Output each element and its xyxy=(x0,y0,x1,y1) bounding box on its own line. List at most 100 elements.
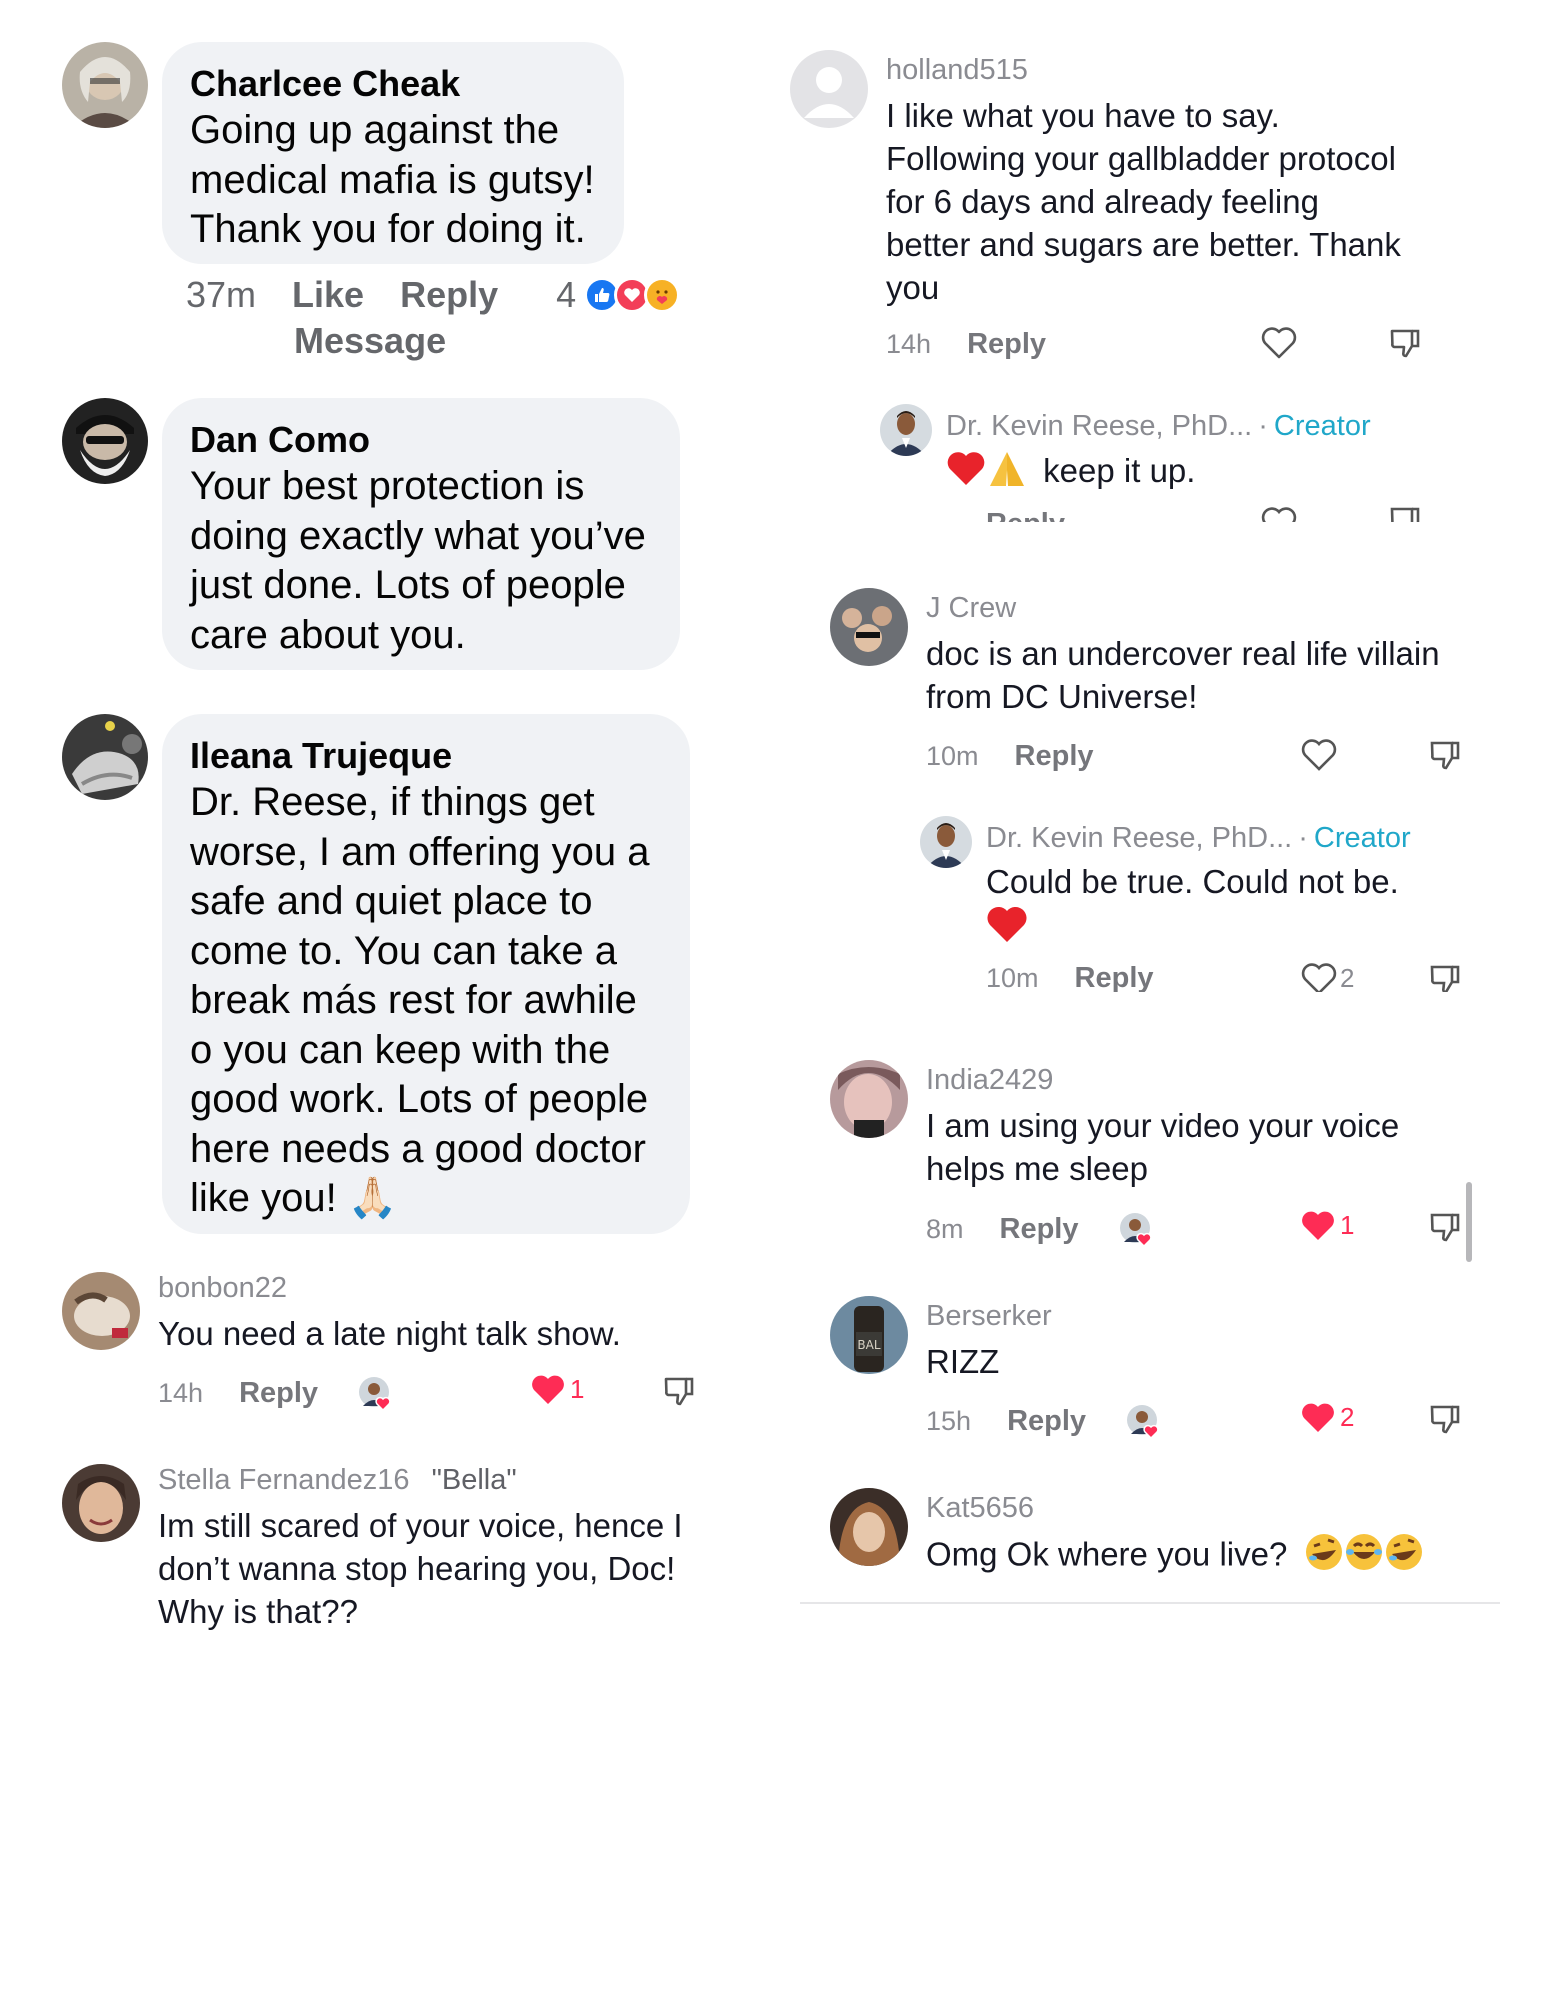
reply-button[interactable]: Reply xyxy=(239,1377,318,1409)
comment-line: o you can keep with the xyxy=(190,1027,611,1072)
comment-line: here needs a good doctor xyxy=(190,1126,646,1171)
comment-bubble: Dan Como Your best protection is doing e… xyxy=(162,398,680,670)
avatar[interactable] xyxy=(830,1488,908,1566)
like-button[interactable]: 1 xyxy=(1300,1208,1354,1242)
message-button[interactable]: Message xyxy=(294,320,446,362)
comment-text-body: Omg Ok where you live? xyxy=(926,1535,1288,1573)
comment-text-body: keep it up. xyxy=(1043,451,1196,489)
comment-line: don’t wanna stop hearing you, Doc! xyxy=(158,1550,676,1587)
comment-actions: 14h Reply xyxy=(158,1376,392,1412)
comment-line: I like what you have to say. xyxy=(886,97,1280,134)
comment-line: from DC Universe! xyxy=(926,678,1198,715)
creator-avatar[interactable] xyxy=(880,404,932,456)
reply-button[interactable]: Reply xyxy=(1075,962,1154,992)
heart-filled-icon xyxy=(1302,1403,1334,1432)
comment-text: doc is an undercover real life villain f… xyxy=(926,632,1506,718)
dislike-icon[interactable] xyxy=(1428,738,1462,772)
comment-line: just done. Lots of people xyxy=(190,563,626,607)
commenter-name[interactable]: J Crew xyxy=(926,590,1016,626)
reply-button[interactable]: Reply xyxy=(1015,740,1094,772)
avatar[interactable] xyxy=(62,714,148,800)
comment-line: like you! 🙏🏻 xyxy=(190,1176,398,1220)
like-button[interactable]: Like xyxy=(292,274,364,316)
like-button[interactable]: 2 xyxy=(1300,1400,1354,1434)
right-screenshot-panel: holland515 I like what you have to say. … xyxy=(790,0,1510,1604)
comment-actions: 14h Reply xyxy=(886,328,1046,360)
dislike-icon[interactable] xyxy=(1388,326,1422,360)
comment-line: Your best protection is xyxy=(190,464,585,508)
commenter-name[interactable]: Dr. Kevin Reese, PhD... xyxy=(986,822,1292,854)
commenter-name[interactable]: Berserker xyxy=(926,1298,1052,1334)
comment-line: good work. Lots of people xyxy=(190,1077,649,1121)
heart-filled-icon xyxy=(532,1375,564,1404)
creator-liked-icon xyxy=(1126,1404,1160,1440)
heart-outline-icon[interactable] xyxy=(1260,504,1298,522)
reply-button[interactable]: Reply xyxy=(1007,1405,1086,1437)
red-heart-emoji xyxy=(986,904,1028,949)
comment-text: Could be true. Could not be. xyxy=(986,863,1399,900)
dislike-icon[interactable] xyxy=(1428,962,1462,992)
avatar[interactable] xyxy=(830,1060,908,1138)
creator-liked-icon xyxy=(358,1376,392,1412)
avatar[interactable] xyxy=(62,1272,140,1350)
comment-actions: 15h Reply xyxy=(926,1404,1160,1440)
comment-line: care about you. xyxy=(190,612,466,657)
heart-outline-icon[interactable] xyxy=(1300,736,1338,772)
avatar[interactable]: BAL xyxy=(830,1296,908,1374)
comment-india2429: India2429 I am using your video your voi… xyxy=(830,1060,1510,1260)
heart-outline-icon[interactable] xyxy=(1260,324,1298,360)
avatar[interactable] xyxy=(62,42,148,128)
reactions-summary[interactable]: 4 xyxy=(556,274,681,316)
timestamp: 15h xyxy=(926,1406,972,1436)
creator-avatar[interactable] xyxy=(920,816,972,868)
timestamp: 8m xyxy=(926,1214,964,1244)
default-avatar-icon[interactable] xyxy=(790,50,868,128)
dislike-icon[interactable] xyxy=(662,1374,696,1408)
comment-actions: 8m Reply xyxy=(926,1212,1153,1248)
comment-kat5656: Kat5656 Omg Ok where you live? xyxy=(830,1488,1510,1588)
dislike-icon[interactable] xyxy=(1428,1402,1462,1436)
comment-text: You need a late night talk show. xyxy=(158,1315,621,1352)
commenter-name[interactable]: holland515 xyxy=(886,52,1028,88)
creator-badge: Creator xyxy=(1273,410,1371,442)
comment-text: keep it up. xyxy=(946,448,1195,498)
comment-text: RIZZ xyxy=(926,1343,1000,1380)
commenter-name[interactable]: Charlcee Cheak xyxy=(190,62,598,106)
avatar[interactable] xyxy=(62,398,148,484)
heart-outline-icon xyxy=(1301,963,1337,992)
comment-line: better and sugars are better. Thank xyxy=(886,226,1401,263)
comment-line: I am using your video your voice xyxy=(926,1107,1400,1144)
like-count: 1 xyxy=(1340,1209,1355,1240)
commenter-name[interactable]: Dr. Kevin Reese, PhD... xyxy=(946,410,1252,442)
like-button[interactable]: 1 xyxy=(530,1372,584,1406)
commenter-name[interactable]: Stella Fernandez16 xyxy=(158,1464,410,1496)
commenter-name[interactable]: Dan Como xyxy=(190,418,654,462)
commenter-name[interactable]: bonbon22 xyxy=(158,1270,287,1306)
commenter-name-row[interactable]: Dr. Kevin Reese, PhD... · Creator xyxy=(986,820,1411,856)
reply-button[interactable]: Reply xyxy=(400,274,498,316)
commenter-name-row[interactable]: Stella Fernandez16 "Bella" xyxy=(158,1462,517,1498)
creator-badge: Creator xyxy=(1313,822,1411,854)
reply-button[interactable]: Reply xyxy=(1000,1213,1079,1245)
commenter-name[interactable]: Kat5656 xyxy=(926,1490,1034,1526)
reply-button[interactable]: Reply xyxy=(986,508,1065,522)
commenter-name[interactable]: India2429 xyxy=(926,1062,1053,1098)
like-count: 1 xyxy=(570,1373,585,1404)
commenter-name[interactable]: Ileana Trujeque xyxy=(190,734,664,778)
comment-line: Following your gallbladder protocol xyxy=(886,140,1396,177)
dislike-icon[interactable] xyxy=(1428,1210,1462,1244)
dislike-icon[interactable] xyxy=(1388,504,1422,522)
avatar[interactable] xyxy=(62,1464,140,1542)
creator-liked-icon xyxy=(1119,1212,1153,1248)
like-button[interactable]: 2 xyxy=(1300,960,1354,992)
comment-actions-row2: Message xyxy=(294,320,446,362)
svg-text:BAL: BAL xyxy=(857,1338,880,1352)
avatar[interactable] xyxy=(830,588,908,666)
comment-bonbon22: bonbon22 You need a late night talk show… xyxy=(0,1264,760,1414)
commenter-name-row[interactable]: Dr. Kevin Reese, PhD... · Creator xyxy=(946,408,1371,444)
timestamp: 10m xyxy=(986,963,1039,992)
reply-button[interactable]: Reply xyxy=(967,328,1046,360)
comment-bubble: Ileana Trujeque Dr. Reese, if things get… xyxy=(162,714,690,1234)
comment-line: Thank you for doing it. xyxy=(190,207,586,251)
scrollbar-thumb[interactable] xyxy=(1466,1182,1472,1262)
